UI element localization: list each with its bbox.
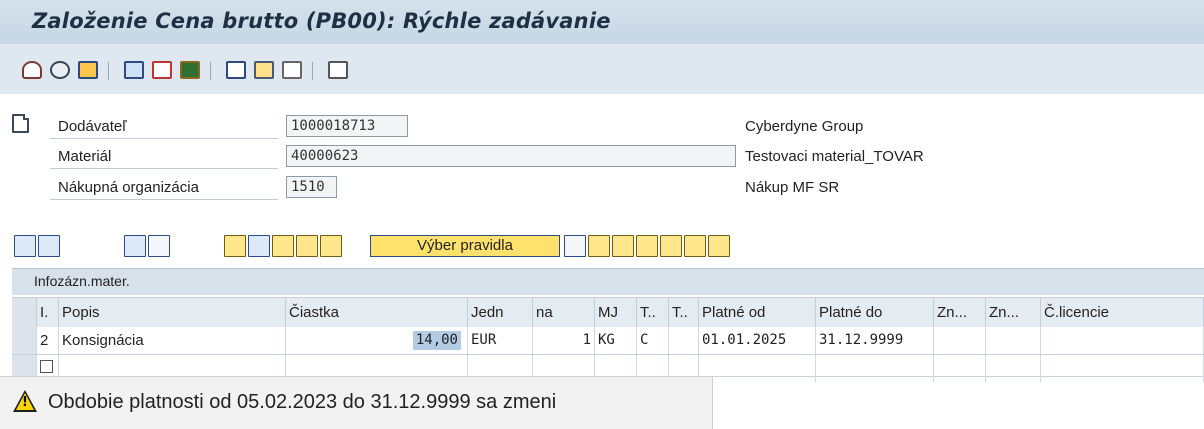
undo-icon[interactable] (148, 235, 170, 257)
purch-org-name: Nákup MF SR (745, 179, 840, 196)
sort-descending-icon[interactable] (708, 235, 730, 257)
grid-title: Infozázn.mater. (34, 273, 130, 289)
cell-valid-to[interactable]: 31.12.9999 (816, 327, 934, 354)
title-bar: Založenie Cena brutto (PB00): Rýchle zad… (0, 0, 1204, 44)
purch-org-label: Nákupná organizácia (58, 179, 199, 196)
cell-popis[interactable]: Konsignácia (59, 327, 286, 354)
column-header-ciastka[interactable]: Čiastka (286, 298, 468, 327)
document-icon (12, 114, 29, 133)
cell-zn2[interactable] (986, 327, 1041, 354)
column-header-mj[interactable]: MJ (595, 298, 637, 327)
cell-valid-from[interactable] (699, 355, 816, 382)
tools-icon[interactable] (282, 61, 302, 79)
select-all-icon[interactable] (14, 235, 36, 257)
grid-header: I. Popis Čiastka Jedn na MJ T.. T.. Plat… (12, 297, 1204, 328)
cell-valid-to[interactable] (816, 355, 934, 382)
other-condition-icon[interactable] (22, 61, 42, 79)
validity-icon[interactable] (152, 61, 172, 79)
structure-icon[interactable] (254, 61, 274, 79)
column-header-t2[interactable]: T.. (669, 298, 699, 327)
column-header-na[interactable]: na (533, 298, 595, 327)
info-icon[interactable] (226, 61, 246, 79)
toolbar-separator (210, 62, 211, 80)
window-title: Založenie Cena brutto (PB00): Rýchle zad… (32, 9, 611, 33)
material-label: Materiál (58, 148, 112, 165)
status-bar[interactable]: Obdobie platnosti od 05.02.2023 do 31.12… (0, 376, 713, 429)
toolbar-separator (108, 62, 109, 80)
vendor-label: Dodávateľ (58, 118, 127, 135)
column-header-zn2[interactable]: Zn... (986, 298, 1041, 327)
currency-icon[interactable] (272, 235, 294, 257)
cell-na[interactable]: 1 (533, 327, 595, 354)
calendar-icon[interactable] (224, 235, 246, 257)
cell-licence[interactable] (1041, 327, 1204, 354)
cell-licence[interactable] (1041, 355, 1204, 382)
column-header-valid-from[interactable]: Platné od (699, 298, 816, 327)
deselect-all-icon[interactable] (38, 235, 60, 257)
column-header-popis[interactable]: Popis (59, 298, 286, 327)
vendor-name: Cyberdyne Group (745, 118, 864, 135)
cell-valid-from[interactable]: 01.01.2025 (699, 327, 816, 354)
calculator-icon[interactable] (248, 235, 270, 257)
cell-i[interactable]: 2 (37, 327, 59, 354)
cell-ciastka-wrap: 14,00 (286, 327, 468, 354)
column-header-licence[interactable]: Č.licencie (1041, 298, 1204, 327)
cell-zn1[interactable] (934, 355, 986, 382)
find-next-icon[interactable] (636, 235, 658, 257)
select-all-cell[interactable] (12, 298, 37, 327)
delete-row-icon[interactable] (124, 235, 146, 257)
vendor-field[interactable]: 1000018713 (286, 115, 408, 137)
column-header-valid-to[interactable]: Platné do (816, 298, 934, 327)
cell-zn1[interactable] (934, 327, 986, 354)
warning-icon (13, 390, 37, 412)
rule-selection-button[interactable]: Výber pravidla (370, 235, 560, 257)
material-description: Testovaci material_TOVAR (745, 148, 924, 165)
filter-icon[interactable] (660, 235, 682, 257)
column-header-i[interactable]: I. (37, 298, 59, 327)
copy-rows-icon[interactable] (296, 235, 318, 257)
column-header-zn1[interactable]: Zn... (934, 298, 986, 327)
find-icon[interactable] (612, 235, 634, 257)
table-row (12, 355, 1204, 382)
toolbar-separator (312, 62, 313, 80)
cell-mj[interactable]: KG (595, 327, 637, 354)
scales-detail-icon[interactable] (588, 235, 610, 257)
cell-t2[interactable] (669, 327, 699, 354)
material-field[interactable]: 40000623 (286, 145, 736, 167)
table-row: 2 Konsignácia 14,00 EUR 1 KG C 01.01.202… (12, 327, 1204, 355)
scales-icon[interactable] (180, 61, 200, 79)
details-icon[interactable] (564, 235, 586, 257)
checkbox-icon[interactable] (40, 360, 53, 373)
column-header-jedn[interactable]: Jedn (468, 298, 533, 327)
sort-ascending-icon[interactable] (684, 235, 706, 257)
paste-rows-icon[interactable] (320, 235, 342, 257)
new-window-icon[interactable] (328, 61, 348, 79)
row-selector[interactable] (12, 327, 37, 354)
cell-ciastka[interactable]: 14,00 (412, 331, 461, 350)
display-icon[interactable] (50, 61, 70, 79)
status-message: Obdobie platnosti od 05.02.2023 do 31.12… (48, 391, 557, 413)
purch-org-field[interactable]: 1510 (286, 176, 337, 198)
overview-icon[interactable] (78, 61, 98, 79)
grid-title-bar: Infozázn.mater. (12, 268, 1204, 295)
cell-zn2[interactable] (986, 355, 1041, 382)
copy-icon[interactable] (124, 61, 144, 79)
cell-t1[interactable]: C (637, 327, 669, 354)
cell-jedn[interactable]: EUR (468, 327, 533, 354)
column-header-t1[interactable]: T.. (637, 298, 669, 327)
